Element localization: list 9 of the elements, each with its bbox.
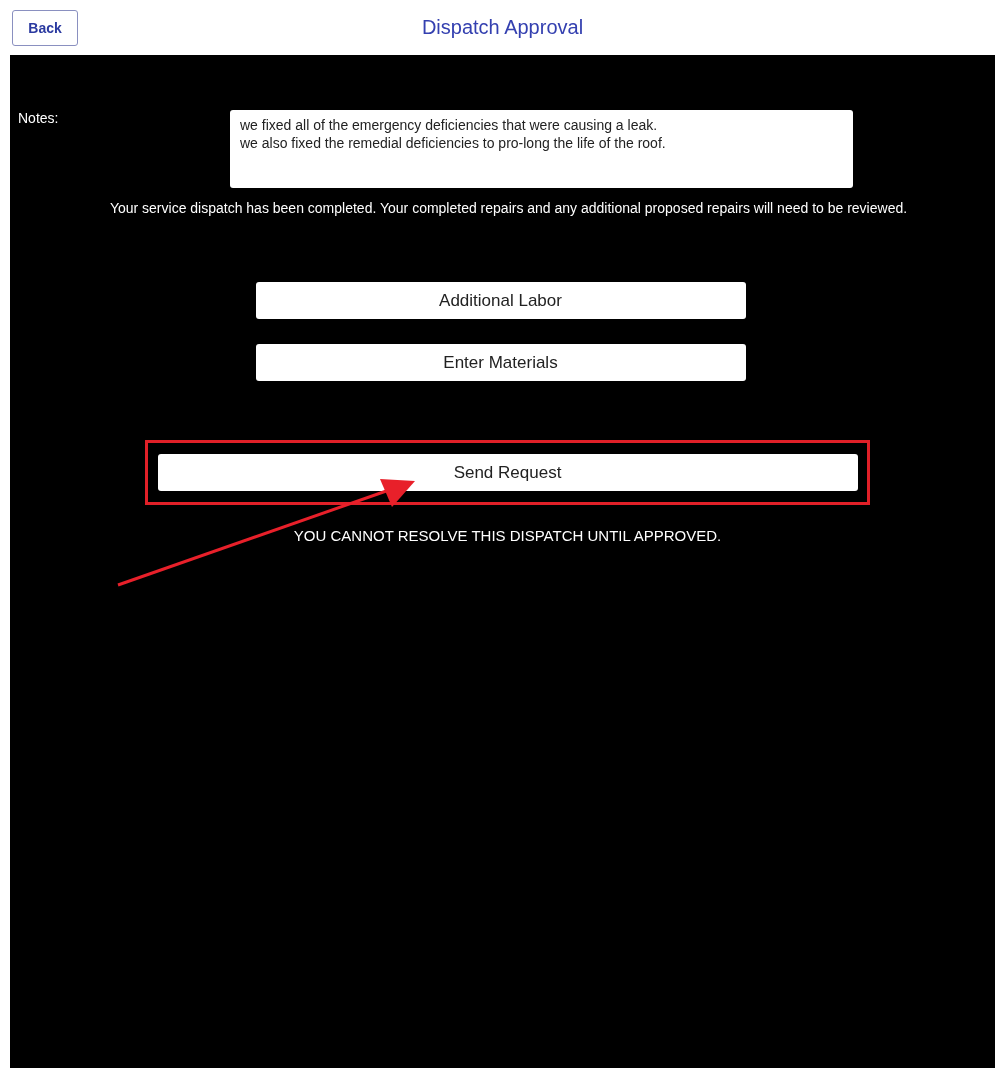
warning-message: YOU CANNOT RESOLVE THIS DISPATCH UNTIL APPROVED. <box>292 527 723 544</box>
status-message: Your service dispatch has been completed. Your completed repairs and any additional proposed repairs will need to be reviewed. <box>108 199 909 218</box>
action-button[interactable]: Additional Labor <box>255 282 746 319</box>
notes-label: Notes: <box>17 110 60 126</box>
back-button[interactable]: Back <box>12 9 78 46</box>
action-button[interactable]: Enter Materials <box>255 344 746 381</box>
send-request-button[interactable]: Send Request <box>157 454 858 491</box>
notes-field[interactable]: we fixed all of the emergency deficiencies that were causing a leak. we also fixed the remedial deficiencies to pro-long the life of the roof. <box>230 110 853 188</box>
screen-title: Dispatch Approval <box>421 16 584 39</box>
